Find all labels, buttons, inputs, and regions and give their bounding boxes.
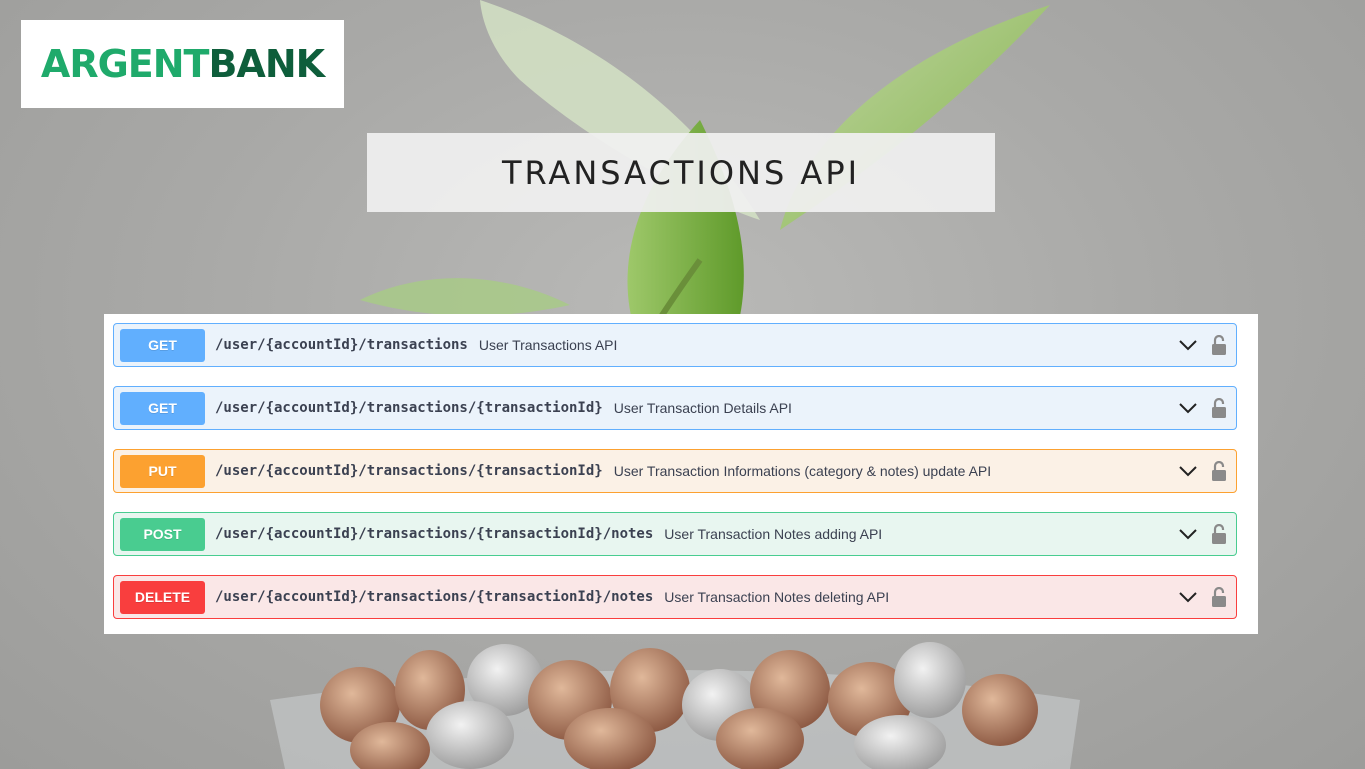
- lock-open-icon[interactable]: [1209, 460, 1229, 482]
- operation-put-transaction[interactable]: PUT /user/{accountId}/transactions/{tran…: [113, 449, 1237, 493]
- operation-summary: User Transaction Notes deleting API: [664, 589, 890, 605]
- logo-text-argent: ARGENT: [40, 42, 210, 86]
- operation-get-transactions[interactable]: GET /user/{accountId}/transactions User …: [113, 323, 1237, 367]
- operation-summary: User Transaction Details API: [613, 400, 792, 416]
- operation-summary: User Transaction Notes adding API: [664, 526, 883, 542]
- slide: ARGENT BANK TRANSACTIONS API GET /user/{a…: [0, 0, 1365, 769]
- method-badge: GET: [120, 328, 205, 362]
- method-badge: GET: [120, 391, 205, 425]
- operation-summary: User Transactions API: [478, 337, 618, 353]
- operations-panel: GET /user/{accountId}/transactions User …: [104, 314, 1258, 634]
- operation-get-transaction-details[interactable]: GET /user/{accountId}/transactions/{tran…: [113, 386, 1237, 430]
- lock-open-icon[interactable]: [1209, 586, 1229, 608]
- chevron-down-icon[interactable]: [1177, 334, 1199, 356]
- lock-open-icon[interactable]: [1209, 523, 1229, 545]
- chevron-down-icon[interactable]: [1177, 397, 1199, 419]
- page-title-box: TRANSACTIONS API: [367, 133, 995, 212]
- operation-path: /user/{accountId}/transactions/{transact…: [215, 463, 603, 479]
- lock-open-icon[interactable]: [1209, 397, 1229, 419]
- chevron-down-icon[interactable]: [1177, 586, 1199, 608]
- operation-path: /user/{accountId}/transactions/{transact…: [215, 526, 654, 542]
- lock-open-icon[interactable]: [1209, 334, 1229, 356]
- argentbank-logo: ARGENT BANK: [21, 20, 344, 108]
- operation-path: /user/{accountId}/transactions/{transact…: [215, 400, 603, 416]
- operation-delete-notes[interactable]: DELETE /user/{accountId}/transactions/{t…: [113, 575, 1237, 619]
- logo-text-bank: BANK: [208, 42, 325, 86]
- page-title: TRANSACTIONS API: [501, 153, 861, 192]
- operation-post-notes[interactable]: POST /user/{accountId}/transactions/{tra…: [113, 512, 1237, 556]
- method-badge: PUT: [120, 454, 205, 488]
- operation-path: /user/{accountId}/transactions/{transact…: [215, 589, 654, 605]
- chevron-down-icon[interactable]: [1177, 460, 1199, 482]
- method-badge: POST: [120, 517, 205, 551]
- method-badge: DELETE: [120, 580, 205, 614]
- operation-path: /user/{accountId}/transactions: [215, 337, 468, 353]
- operation-summary: User Transaction Informations (category …: [613, 463, 992, 479]
- chevron-down-icon[interactable]: [1177, 523, 1199, 545]
